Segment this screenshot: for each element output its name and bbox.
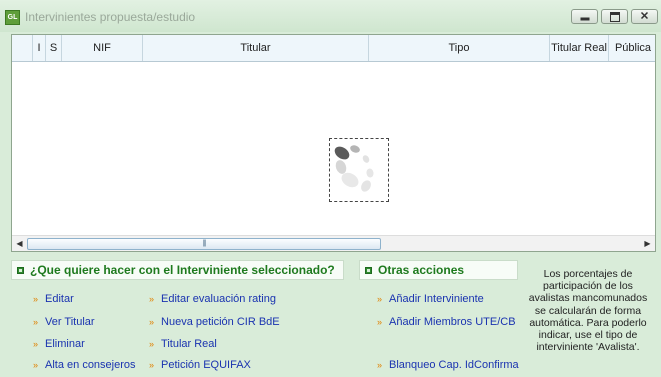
titular-real-label: Titular Real (161, 338, 217, 350)
editar-link[interactable]: » Editar (33, 293, 74, 305)
eliminar-label: Eliminar (45, 338, 85, 350)
bullet-icon: » (377, 360, 383, 370)
close-icon: ✕ (639, 10, 650, 22)
minimize-icon (580, 17, 589, 20)
column-header-titular-real[interactable]: Titular Real (550, 35, 609, 61)
anadir-interviniente-link[interactable]: » Añadir Interviniente (377, 293, 484, 305)
editar-label: Editar (45, 293, 74, 305)
minimize-button[interactable] (571, 9, 598, 24)
column-header-titular[interactable]: Titular (143, 35, 369, 61)
bullet-icon: » (149, 360, 155, 370)
scroll-right-arrow-icon[interactable]: ▶ (640, 236, 655, 251)
scroll-left-arrow-icon[interactable]: ◀ (12, 236, 27, 251)
bullet-icon: » (377, 317, 383, 327)
maximize-button[interactable] (601, 9, 628, 24)
ver-titular-link[interactable]: » Ver Titular (33, 316, 95, 328)
bullet-icon: » (33, 294, 39, 304)
alta-consejeros-link[interactable]: » Alta en consejeros (33, 359, 136, 371)
loading-spinner-icon (334, 145, 374, 192)
grip-icon: ||| (202, 240, 207, 247)
eliminar-link[interactable]: » Eliminar (33, 338, 85, 350)
peticion-equifax-label: Petición EQUIFAX (161, 359, 251, 371)
nueva-peticion-cir-label: Nueva petición CIR BdE (161, 316, 280, 328)
bullet-icon: » (149, 317, 155, 327)
bullet-icon: » (377, 294, 383, 304)
editar-evaluacion-rating-label: Editar evaluación rating (161, 293, 276, 305)
close-button[interactable]: ✕ (631, 9, 658, 24)
maximize-icon (609, 11, 620, 22)
selected-actions-title: ¿Que quiere hacer con el Interviniente s… (30, 263, 335, 277)
section-icon (17, 267, 24, 274)
nueva-peticion-cir-link[interactable]: » Nueva petición CIR BdE (149, 316, 280, 328)
app-icon: GL (5, 10, 20, 25)
column-header-tipo[interactable]: Tipo (369, 35, 550, 61)
titular-real-link[interactable]: » Titular Real (149, 338, 217, 350)
blanqueo-idconfirma-link[interactable]: » Blanqueo Cap. IdConfirma (377, 359, 519, 371)
blanqueo-idconfirma-label: Blanqueo Cap. IdConfirma (389, 359, 519, 371)
section-icon (365, 267, 372, 274)
other-actions-header: Otras acciones (359, 260, 518, 280)
peticion-equifax-link[interactable]: » Petición EQUIFAX (149, 359, 251, 371)
selected-actions-header: ¿Que quiere hacer con el Interviniente s… (11, 260, 344, 280)
intervinientes-grid[interactable]: I S NIF Titular Tipo Titular Real Públic… (11, 34, 656, 252)
bullet-icon: » (33, 317, 39, 327)
bullet-icon: » (33, 339, 39, 349)
bullet-icon: » (149, 294, 155, 304)
column-header-publica[interactable]: Pública (609, 35, 655, 61)
horizontal-scrollbar[interactable]: ◀ ||| ▶ (12, 235, 655, 251)
anadir-miembros-ute-link[interactable]: » Añadir Miembros UTE/CB (377, 316, 516, 328)
scrollbar-thumb[interactable]: ||| (27, 238, 381, 250)
title-bar: GL Intervinientes propuesta/estudio ✕ (0, 0, 661, 32)
column-header-nif[interactable]: NIF (62, 35, 143, 61)
row-selector-header (12, 35, 33, 61)
column-header-i[interactable]: I (33, 35, 46, 61)
bullet-icon: » (149, 339, 155, 349)
window-title: Intervinientes propuesta/estudio (25, 10, 196, 24)
editar-evaluacion-rating-link[interactable]: » Editar evaluación rating (149, 293, 276, 305)
anadir-miembros-ute-label: Añadir Miembros UTE/CB (389, 316, 516, 328)
other-actions-title: Otras acciones (378, 263, 465, 277)
avalistas-info-note: Los porcentajes de participación de los … (528, 268, 648, 354)
bullet-icon: » (33, 360, 39, 370)
ver-titular-label: Ver Titular (45, 316, 95, 328)
anadir-interviniente-label: Añadir Interviniente (389, 293, 484, 305)
alta-consejeros-label: Alta en consejeros (45, 359, 136, 371)
grid-header: I S NIF Titular Tipo Titular Real Públic… (12, 35, 655, 62)
loading-spinner (329, 138, 389, 202)
column-header-s[interactable]: S (46, 35, 62, 61)
